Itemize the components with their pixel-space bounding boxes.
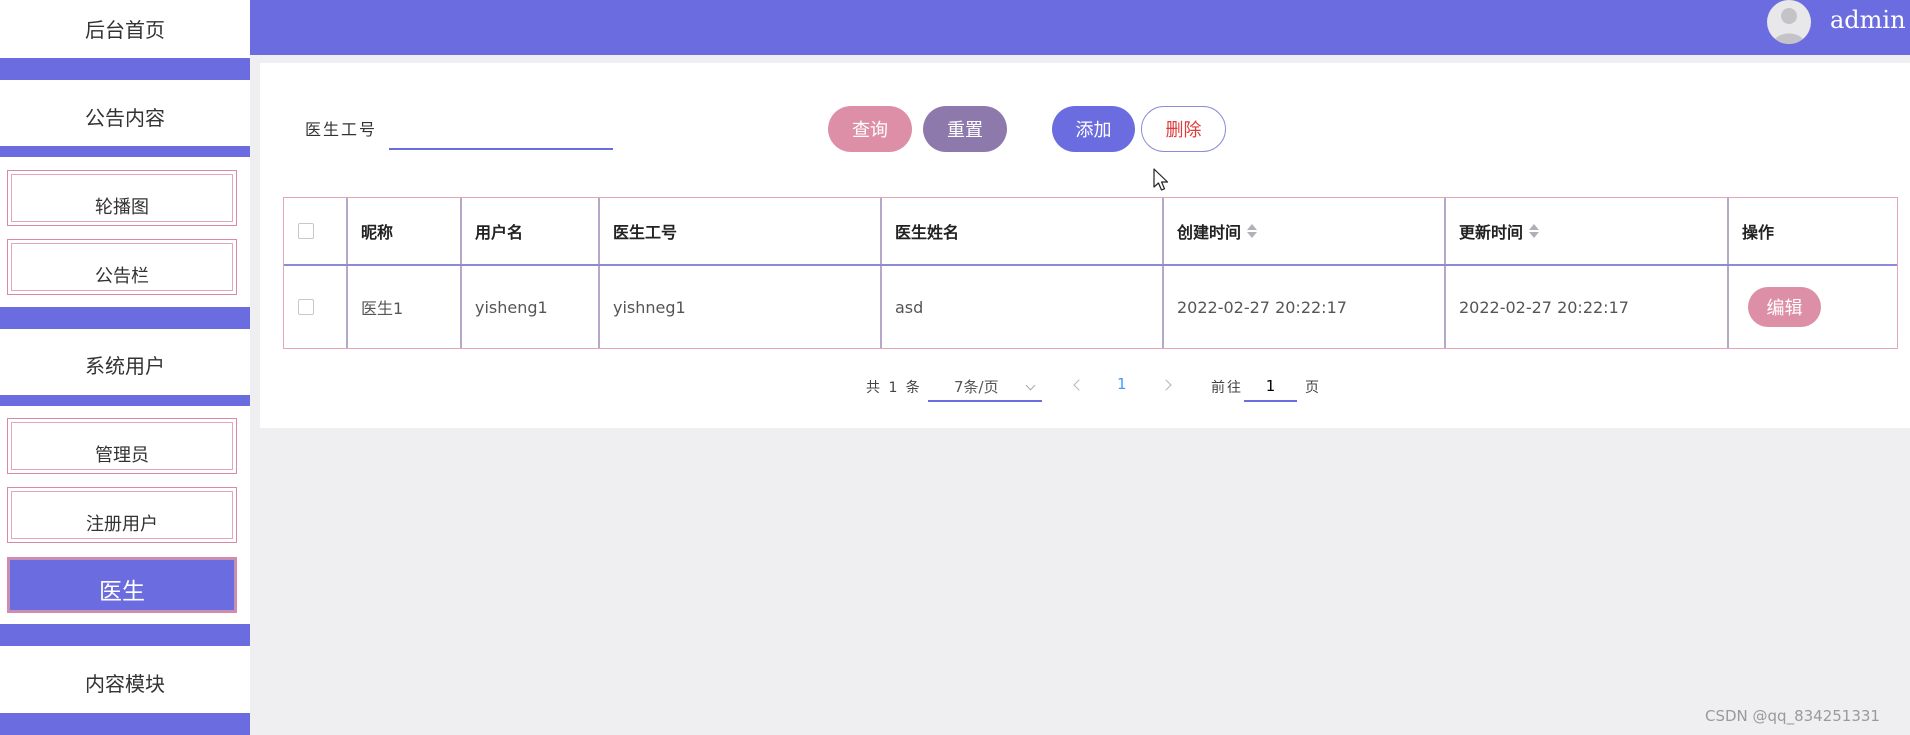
checkbox-icon[interactable] xyxy=(298,299,314,315)
sidebar-item-doctor[interactable]: 医生 xyxy=(7,557,237,613)
sidebar-item-admin[interactable]: 管理员 xyxy=(7,418,237,474)
column-header-doctor-name: 医生姓名 xyxy=(895,223,960,242)
pagination-page-number[interactable]: 1 xyxy=(1117,375,1127,393)
delete-button[interactable]: 删除 xyxy=(1141,106,1226,152)
sidebar-item-registered-users[interactable]: 注册用户 xyxy=(7,487,237,543)
column-header-label: 创建时间 xyxy=(1177,223,1242,242)
sidebar-divider xyxy=(0,713,250,735)
cell-actions: 编辑 xyxy=(1729,266,1897,348)
sort-icon[interactable] xyxy=(1247,223,1258,239)
edit-button[interactable]: 编辑 xyxy=(1748,287,1821,327)
column-header-created[interactable]: 创建时间 xyxy=(1164,198,1444,264)
sidebar-group-notice[interactable]: 公告内容 xyxy=(0,91,250,141)
top-header xyxy=(250,0,1910,55)
sidebar-item-label: 注册用户 xyxy=(86,514,158,535)
sidebar-item-label: 管理员 xyxy=(95,445,149,466)
add-button[interactable]: 添加 xyxy=(1052,106,1135,152)
pagination-page-suffix: 页 xyxy=(1305,380,1319,396)
watermark: CSDN @qq_834251331 xyxy=(1705,707,1880,725)
sidebar-divider xyxy=(0,624,250,646)
column-header-nickname: 昵称 xyxy=(361,223,394,242)
sidebar-divider xyxy=(0,58,250,80)
header-select-all[interactable] xyxy=(284,198,346,264)
sidebar-item-label: 后台首页 xyxy=(85,17,165,42)
column-header-actions: 操作 xyxy=(1742,223,1775,242)
row-select[interactable] xyxy=(284,266,346,348)
page-size-select[interactable]: 7条/页 xyxy=(928,372,1042,402)
sidebar-item-home[interactable]: 后台首页 xyxy=(0,3,250,53)
sidebar-group-content[interactable]: 内容模块 xyxy=(0,657,250,707)
sidebar: 后台首页 公告内容 轮播图 公告栏 系统用户 管理员 注册用户 医生 内容模块 xyxy=(0,0,250,735)
sidebar-item-label: 内容模块 xyxy=(85,671,165,696)
sidebar-item-bulletin[interactable]: 公告栏 xyxy=(7,239,237,295)
cell-nickname: 医生1 xyxy=(361,299,404,318)
mouse-cursor-icon xyxy=(1153,168,1169,191)
sidebar-item-label: 系统用户 xyxy=(85,353,165,378)
checkbox-icon[interactable] xyxy=(298,223,314,239)
query-button[interactable]: 查询 xyxy=(828,106,912,152)
pagination-jump-input[interactable] xyxy=(1244,372,1297,402)
cell-doctor-id: yishneg1 xyxy=(613,297,686,317)
page-size-value: 7条/页 xyxy=(954,377,999,396)
sort-icon[interactable] xyxy=(1529,223,1540,239)
user-avatar-icon xyxy=(1773,8,1805,44)
table-header: 昵称 用户名 医生工号 医生姓名 创建时间 更新时间 操作 xyxy=(284,198,1897,266)
pagination-total: 共 1 条 xyxy=(866,380,922,396)
sidebar-divider xyxy=(0,307,250,329)
cell-updated: 2022-02-27 20:22:17 xyxy=(1459,297,1629,317)
sidebar-item-label: 公告内容 xyxy=(85,105,165,130)
pagination-goto-label: 前往 xyxy=(1211,380,1243,396)
cell-doctor-name: asd xyxy=(895,297,924,317)
sidebar-item-label: 轮播图 xyxy=(95,197,149,218)
sidebar-item-label: 公告栏 xyxy=(95,266,149,287)
chevron-down-icon xyxy=(1025,380,1036,391)
sidebar-group-users[interactable]: 系统用户 xyxy=(0,339,250,389)
doctor-id-search-input[interactable] xyxy=(389,112,613,150)
table-row: 医生1 yisheng1 yishneg1 asd 2022-02-27 20:… xyxy=(284,266,1897,348)
column-header-username: 用户名 xyxy=(475,223,524,242)
column-header-doctor-id: 医生工号 xyxy=(613,223,678,242)
sidebar-divider xyxy=(0,395,250,406)
search-label: 医生工号 xyxy=(305,120,378,139)
header-username[interactable]: admin xyxy=(1830,6,1906,34)
sidebar-divider xyxy=(0,146,250,157)
column-header-label: 更新时间 xyxy=(1459,223,1524,242)
cell-username: yisheng1 xyxy=(475,297,548,317)
column-header-updated[interactable]: 更新时间 xyxy=(1446,198,1726,264)
sidebar-item-label: 医生 xyxy=(99,579,145,605)
avatar[interactable] xyxy=(1767,0,1811,44)
reset-button[interactable]: 重置 xyxy=(923,106,1007,152)
cell-created: 2022-02-27 20:22:17 xyxy=(1177,297,1347,317)
sidebar-item-carousel[interactable]: 轮播图 xyxy=(7,170,237,226)
doctor-table: 昵称 用户名 医生工号 医生姓名 创建时间 更新时间 操作 医生1 yishen… xyxy=(283,197,1898,349)
